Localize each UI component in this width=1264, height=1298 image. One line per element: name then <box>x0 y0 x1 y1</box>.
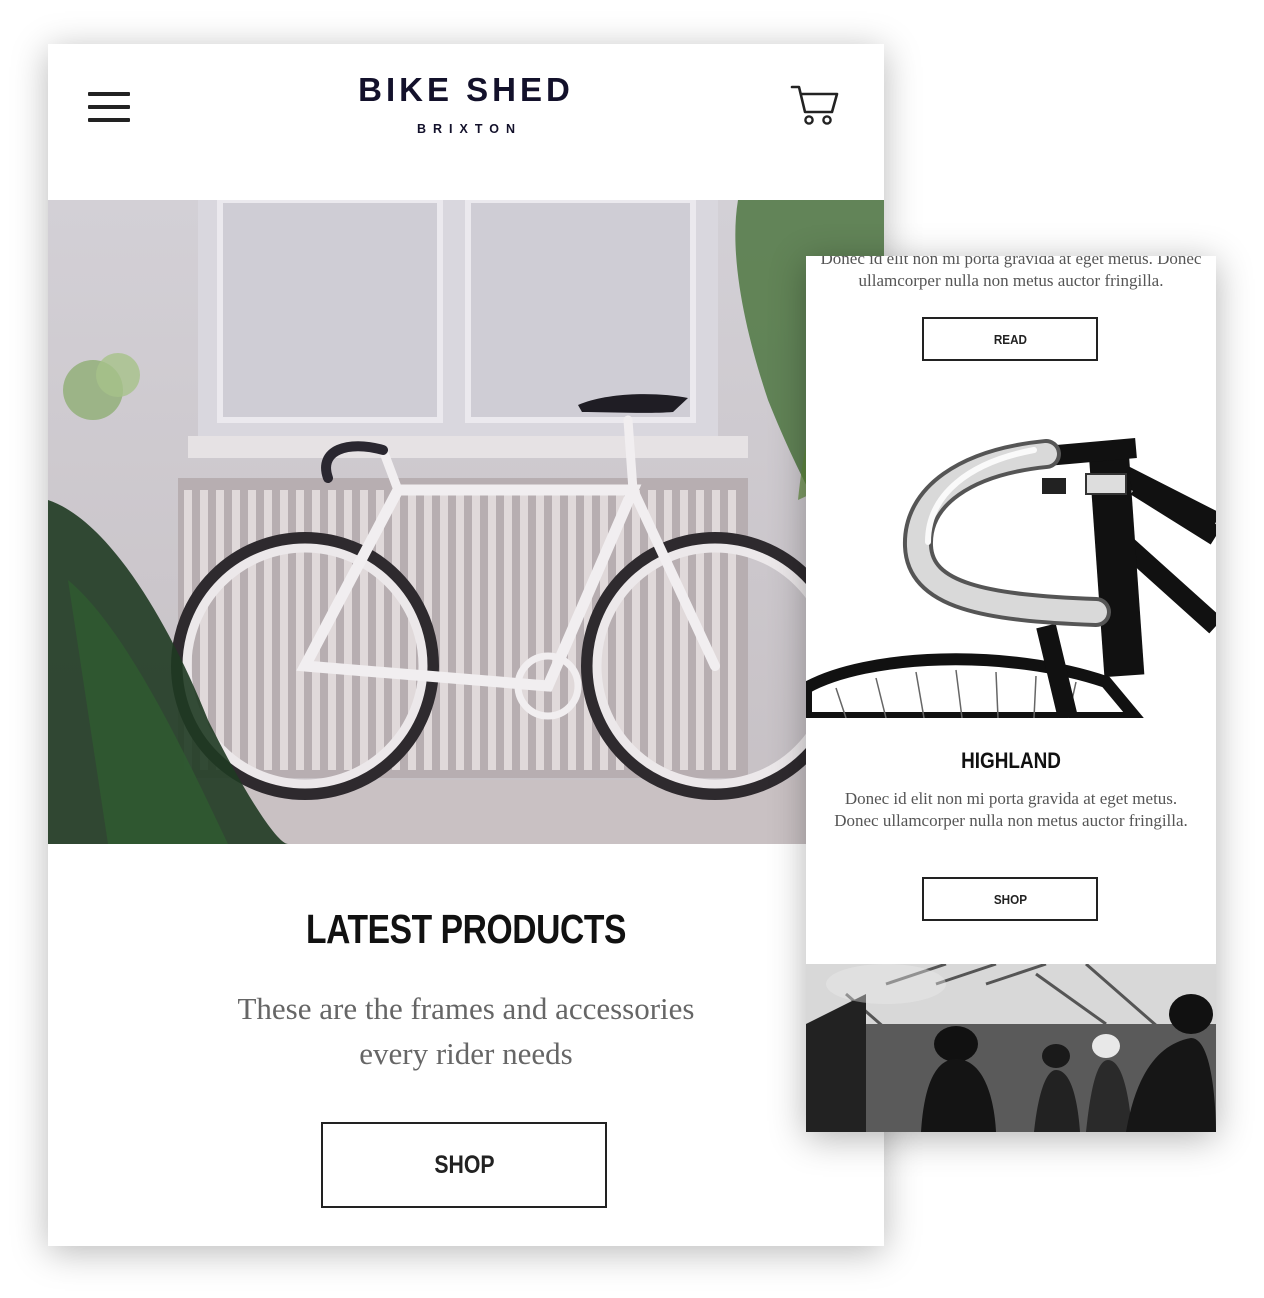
read-button-label: READ <box>993 331 1027 347</box>
shop-button[interactable]: SHOP <box>321 1122 607 1208</box>
article-excerpt: Donec id elit non mi porta gravida at eg… <box>806 256 1216 292</box>
section-title: LATEST PRODUCTS <box>305 906 627 952</box>
product-title-text: HIGHLAND <box>961 748 1061 773</box>
brand-logo[interactable]: BIKE SHED BRIXTON <box>48 70 884 136</box>
article-excerpt-line: Donec id elit non mi porta gravida at eg… <box>820 256 1202 268</box>
main-page-mockup: BIKE SHED BRIXTON LATEST PRODUCTS These … <box>48 44 884 1246</box>
article-excerpt-line: ullamcorper nulla non metus auctor fring… <box>858 271 1164 290</box>
product-description-line: Donec id elit non mi porta gravida at eg… <box>844 789 1178 808</box>
section-description-line: every rider needs <box>359 1036 573 1071</box>
product-description-line: Donec ullamcorper nulla non metus auctor… <box>834 811 1188 830</box>
read-button[interactable]: READ <box>922 317 1098 361</box>
brand-location: BRIXTON <box>416 122 523 136</box>
cyclists-group-image <box>806 962 1216 1132</box>
brand-name: BIKE SHED <box>358 71 574 108</box>
hero-bike-image <box>48 200 884 844</box>
product-description: Donec id elit non mi porta gravida at eg… <box>806 788 1216 832</box>
product-shop-button-label: SHOP <box>993 891 1027 907</box>
section-description: These are the frames and accessories eve… <box>216 986 716 1076</box>
handlebar-bike-image <box>806 426 1216 724</box>
product-title: HIGHLAND <box>806 748 1216 774</box>
section-description-line: These are the frames and accessories <box>237 991 695 1026</box>
shopping-cart-icon[interactable] <box>790 82 840 128</box>
product-shop-button[interactable]: SHOP <box>922 877 1098 921</box>
shop-button-label: SHOP <box>433 1150 495 1179</box>
secondary-page-mockup: Donec id elit non mi porta gravida at eg… <box>806 256 1216 1132</box>
